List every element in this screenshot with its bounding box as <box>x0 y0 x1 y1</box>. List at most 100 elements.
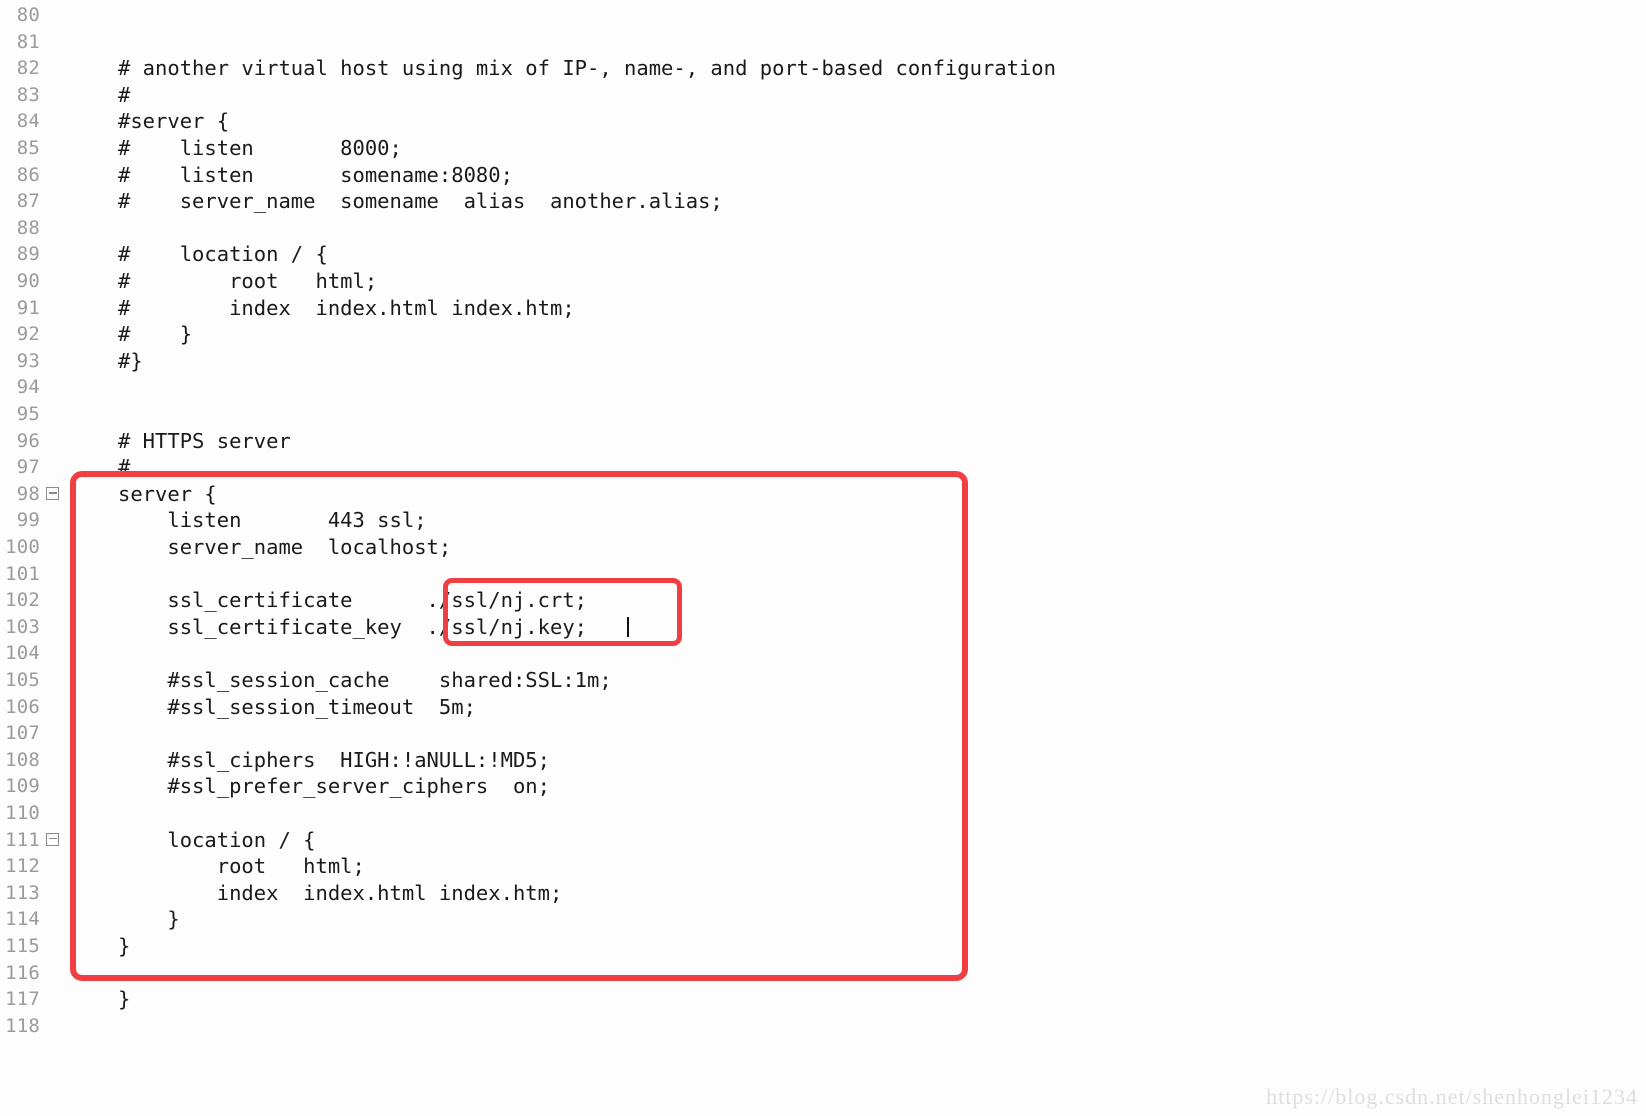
code-line[interactable]: 90 # root html; <box>0 268 1646 295</box>
code-text: # <box>118 455 131 480</box>
code-text: } <box>118 907 180 932</box>
line-number: 81 <box>16 30 40 53</box>
code-line[interactable]: 103 ssl_certificate_key ./ssl/nj.key; <box>0 614 1646 641</box>
code-text: # listen somename:8080; <box>118 162 513 187</box>
code-text: # index index.html index.htm; <box>118 295 575 320</box>
code-text: #ssl_ciphers HIGH:!aNULL:!MD5; <box>118 747 550 772</box>
code-line[interactable]: 80 <box>0 2 1646 29</box>
line-number: 111 <box>5 828 40 851</box>
line-number: 85 <box>16 137 40 159</box>
code-text: } <box>118 987 131 1012</box>
code-line[interactable]: 105 #ssl_session_cache shared:SSL:1m; <box>0 667 1646 694</box>
code-line[interactable]: 115} <box>0 933 1646 960</box>
watermark: https://blog.csdn.net/shenhonglei1234 <box>1266 1084 1638 1109</box>
code-line[interactable]: 114 } <box>0 906 1646 933</box>
code-line[interactable]: 87 # server_name somename alias another.a… <box>0 188 1646 215</box>
code-line[interactable]: 104 <box>0 640 1646 667</box>
line-number: 97 <box>16 456 40 479</box>
code-text: # server_name somename alias another.ali… <box>118 189 723 214</box>
fold-collapse-icon[interactable] <box>46 832 59 846</box>
code-line[interactable]: 95 <box>0 401 1646 428</box>
line-number: 109 <box>5 775 40 798</box>
code-text: server_name localhost; <box>118 535 452 559</box>
code-line[interactable]: 82 # another virtual host using mix of IP… <box>0 55 1646 82</box>
line-number: 99 <box>16 509 40 532</box>
code-text: #ssl_prefer_server_ciphers on; <box>118 774 550 799</box>
line-number: 92 <box>16 323 40 346</box>
code-text: # HTTPS server <box>118 428 291 453</box>
line-number: 113 <box>5 881 40 904</box>
line-number: 101 <box>5 562 40 585</box>
line-number: 86 <box>16 163 40 186</box>
code-line[interactable]: 100 server_name localhost; <box>0 534 1646 561</box>
code-line[interactable]: 118 <box>0 1013 1646 1040</box>
line-number: 106 <box>5 695 40 718</box>
code-line[interactable]: 91 # index index.html index.htm; <box>0 295 1646 322</box>
code-text: # } <box>118 322 193 347</box>
code-text: #ssl_session_cache shared:SSL:1m; <box>118 668 612 692</box>
code-line[interactable]: 85 # listen 8000; <box>0 135 1646 162</box>
line-number: 108 <box>5 748 40 771</box>
line-number: 95 <box>16 403 40 425</box>
code-line[interactable]: 117} <box>0 986 1646 1013</box>
line-number: 103 <box>5 615 40 638</box>
code-line[interactable]: 102 ssl_certificate ./ssl/nj.crt; <box>0 587 1646 614</box>
code-line[interactable]: 107 <box>0 720 1646 747</box>
code-line[interactable]: 112 root html; <box>0 853 1646 880</box>
line-number: 110 <box>5 802 40 824</box>
line-number: 80 <box>16 4 40 26</box>
text-caret <box>627 616 629 638</box>
line-number: 90 <box>16 270 40 292</box>
code-line[interactable]: 106 #ssl_session_timeout 5m; <box>0 694 1646 721</box>
code-text: # listen 8000; <box>118 136 402 160</box>
code-text: index index.html index.htm; <box>118 880 563 905</box>
code-text: # location / { <box>118 242 328 267</box>
code-line[interactable]: 94 <box>0 374 1646 401</box>
line-number: 116 <box>5 961 40 984</box>
code-line[interactable]: 97 # <box>0 454 1646 481</box>
line-number: 104 <box>5 642 40 665</box>
code-text: location / { <box>118 827 316 852</box>
line-number: 83 <box>16 83 40 106</box>
code-text: # another virtual host using mix of IP-,… <box>118 56 1056 81</box>
code-editor[interactable]: 80 81 82 # another virtual host using mix o… <box>0 0 1646 1116</box>
line-number: 82 <box>16 57 40 80</box>
line-number: 89 <box>16 243 40 266</box>
code-text: ssl_certificate_key ./ssl/nj.key; <box>118 614 587 639</box>
code-text: ssl_certificate ./ssl/nj.crt; <box>118 588 587 613</box>
code-line[interactable]: 108 #ssl_ciphers HIGH:!aNULL:!MD5; <box>0 747 1646 774</box>
code-line[interactable]: 86 # listen somename:8080; <box>0 162 1646 189</box>
code-line[interactable]: 93 #} <box>0 348 1646 375</box>
line-number: 114 <box>5 908 40 931</box>
code-line[interactable]: 110 <box>0 800 1646 827</box>
code-line[interactable]: 92 # } <box>0 321 1646 348</box>
code-line[interactable]: 83 # <box>0 82 1646 109</box>
code-text: listen 443 ssl; <box>118 508 427 533</box>
line-number: 107 <box>5 722 40 745</box>
code-line[interactable]: 113 index index.html index.htm; <box>0 880 1646 907</box>
code-line[interactable]: 81 <box>0 29 1646 56</box>
code-text: #ssl_session_timeout 5m; <box>118 694 476 719</box>
code-line[interactable]: 84 #server { <box>0 108 1646 135</box>
code-line[interactable]: 96 # HTTPS server <box>0 428 1646 455</box>
line-number: 98 <box>16 482 40 505</box>
line-number: 105 <box>5 669 40 691</box>
code-line[interactable]: 109 #ssl_prefer_server_ciphers on; <box>0 773 1646 800</box>
code-text: #} <box>118 348 143 373</box>
line-number: 100 <box>5 536 40 558</box>
code-text: # <box>118 82 131 107</box>
line-number: 84 <box>16 110 40 133</box>
line-number: 91 <box>16 296 40 319</box>
code-line[interactable]: 116 <box>0 960 1646 987</box>
code-text: } <box>118 934 131 958</box>
code-line[interactable]: 89 # location / { <box>0 241 1646 268</box>
line-number: 115 <box>5 935 40 957</box>
code-line[interactable]: 88 <box>0 215 1646 242</box>
code-line[interactable]: 101 <box>0 561 1646 588</box>
code-line[interactable]: 98 server { <box>0 481 1646 508</box>
line-number: 117 <box>5 988 40 1011</box>
code-line[interactable]: 111 location / { <box>0 827 1646 854</box>
fold-collapse-icon[interactable] <box>46 486 59 500</box>
code-line[interactable]: 99 listen 443 ssl; <box>0 507 1646 534</box>
line-number: 87 <box>16 190 40 213</box>
